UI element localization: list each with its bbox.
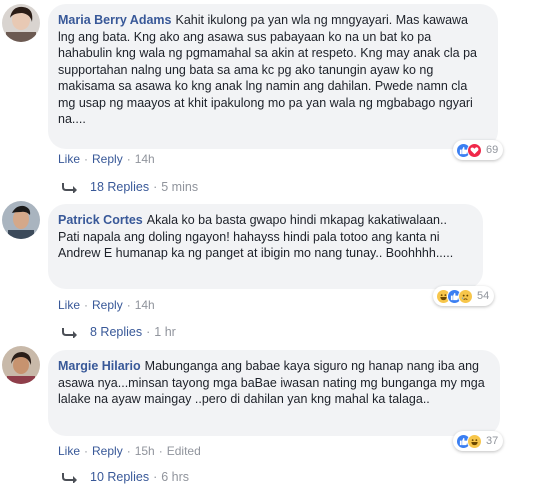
sad-icon: [458, 288, 473, 304]
comment-time[interactable]: 15h: [135, 444, 155, 458]
reaction-count: 69: [486, 144, 499, 156]
comment-bubble: Margie Hilario Mabunganga ang babae kaya …: [48, 350, 500, 436]
reaction-summary[interactable]: 37: [453, 431, 504, 451]
replies-count[interactable]: 18 Replies: [90, 180, 149, 194]
comment-author[interactable]: Patrick Cortes: [58, 213, 143, 227]
reply-link[interactable]: Reply: [92, 444, 123, 458]
replies-count[interactable]: 8 Replies: [90, 325, 142, 339]
like-link[interactable]: Like: [58, 152, 80, 166]
comment-time[interactable]: 14h: [135, 152, 155, 166]
haha-icon: [467, 433, 482, 449]
reaction-summary[interactable]: 54: [433, 286, 495, 306]
avatar[interactable]: [2, 4, 40, 42]
reply-link[interactable]: Reply: [92, 152, 123, 166]
comment-actions: Like · Reply · 15h · Edited: [58, 444, 201, 458]
comment-text: Kahit ikulong pa yan wla ng mngyayari. M…: [58, 13, 478, 126]
comment-bubble: Maria Berry Adams Kahit ikulong pa yan wl…: [48, 4, 498, 149]
view-replies-link[interactable]: 10 Replies · 6 hrs: [62, 470, 189, 484]
reply-arrow-icon: [62, 183, 77, 193]
comment-actions: Like · Reply · 14h: [58, 152, 155, 166]
heart-icon: [467, 142, 482, 158]
reply-arrow-icon: [62, 328, 77, 338]
replies-count[interactable]: 10 Replies: [90, 470, 149, 484]
avatar[interactable]: [2, 201, 40, 239]
avatar[interactable]: [2, 346, 40, 384]
comment-bubble: Patrick Cortes Akala ko ba basta gwapo hi…: [48, 204, 483, 289]
view-replies-link[interactable]: 18 Replies · 5 mins: [62, 180, 198, 194]
reaction-summary[interactable]: 69: [453, 140, 504, 160]
reaction-count: 54: [477, 290, 490, 302]
comment-author[interactable]: Margie Hilario: [58, 359, 141, 373]
reply-link[interactable]: Reply: [92, 298, 123, 312]
like-link[interactable]: Like: [58, 298, 80, 312]
comment-author[interactable]: Maria Berry Adams: [58, 13, 171, 27]
replies-time: 5 mins: [161, 180, 199, 194]
comment-actions: Like · Reply · 14h: [58, 298, 155, 312]
view-replies-link[interactable]: 8 Replies · 1 hr: [62, 325, 176, 339]
comment-time[interactable]: 14h: [135, 298, 155, 312]
replies-time: 6 hrs: [161, 470, 190, 484]
reaction-count: 37: [486, 435, 499, 447]
like-link[interactable]: Like: [58, 444, 80, 458]
edited-label[interactable]: Edited: [167, 444, 201, 458]
replies-time: 1 hr: [154, 325, 176, 339]
reply-arrow-icon: [62, 473, 77, 483]
